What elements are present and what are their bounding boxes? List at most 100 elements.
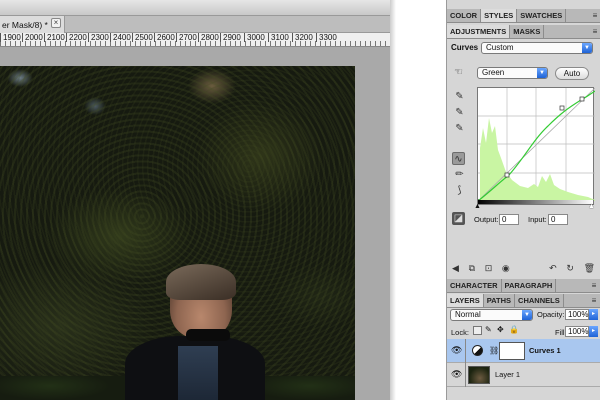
ruler-tick-label: 2900 [220, 33, 241, 42]
target-adjust-icon[interactable]: ☜ [452, 66, 465, 79]
tab-adjustments[interactable]: ADJUSTMENTS [447, 25, 511, 38]
tab-styles[interactable]: STYLES [481, 9, 518, 22]
black-point-slider-icon[interactable]: ▲ [474, 203, 481, 210]
ruler-tick-label: 1900 [0, 33, 21, 42]
person-hair [166, 264, 236, 300]
blend-mode-select[interactable]: Normal ▼ [450, 309, 533, 321]
chevron-down-icon: ▼ [537, 68, 547, 78]
layers-tab-bar: LAYERS PATHS CHANNELS ≡ [447, 294, 600, 308]
tab-swatches[interactable]: SWATCHES [517, 9, 567, 22]
channel-select[interactable]: Green ▼ [477, 67, 548, 79]
adjustment-layer-icon [472, 345, 483, 356]
sunglasses [186, 329, 230, 341]
tab-masks[interactable]: MASKS [510, 25, 545, 38]
lock-pixels-icon[interactable]: ✎ [485, 325, 492, 334]
ruler-tick-label: 2700 [176, 33, 197, 42]
layer-thumbnail[interactable] [468, 366, 490, 384]
link-chain-icon[interactable]: ⛓ [489, 346, 499, 355]
clip-layer-icon[interactable]: ⊡ [485, 262, 493, 275]
curves-graph[interactable] [477, 87, 596, 202]
delete-icon[interactable]: 🗑 [584, 262, 595, 275]
eye-icon[interactable]: 👁 [451, 369, 462, 379]
adjustments-footer: ◀ ⧉ ⊡ ◉ ↶ ↻ 🗑 [447, 262, 600, 275]
eye-icon[interactable]: 👁 [451, 345, 462, 355]
curve-control-point[interactable] [579, 96, 585, 102]
white-point-slider-icon[interactable]: ▲ [588, 203, 595, 210]
ruler-tick-label: 3100 [268, 33, 289, 42]
previous-state-icon[interactable]: ↶ [549, 262, 557, 275]
histogram [480, 118, 595, 201]
ruler-tick-label: 2600 [154, 33, 175, 42]
tab-channels[interactable]: CHANNELS [515, 294, 564, 307]
smooth-icon[interactable]: ⟆ [453, 184, 466, 197]
output-field[interactable]: 0 [499, 214, 519, 225]
panel-menu-icon[interactable]: ≡ [588, 279, 600, 292]
curves-preset-select[interactable]: Custom ▼ [481, 42, 593, 54]
lock-position-icon[interactable]: ✥ [497, 325, 504, 334]
panel-menu-icon[interactable]: ≡ [589, 25, 600, 38]
input-label: Input: [528, 215, 547, 224]
opacity-slider-icon[interactable]: ▸ [589, 309, 598, 320]
eyedropper-white-icon[interactable]: ✎ [453, 122, 466, 135]
opacity-label: Opacity: [537, 310, 565, 319]
document-tab-title: er Mask/8) * [2, 19, 48, 30]
layer-divider [465, 339, 466, 363]
ruler-tick-label: 2800 [198, 33, 219, 42]
tab-layers[interactable]: LAYERS [447, 294, 484, 307]
tab-color[interactable]: COLOR [447, 9, 482, 22]
eyedropper-gray-icon[interactable]: ✎ [453, 106, 466, 119]
input-gradient-bar [477, 200, 594, 205]
ruler-tick-label: 3000 [244, 33, 265, 42]
layer-divider [465, 363, 466, 387]
curves-preset-value: Custom [486, 43, 514, 52]
chevron-down-icon: ▼ [582, 43, 592, 53]
ruler-tick-label: 2000 [22, 33, 43, 42]
ruler-tick-label: 2400 [110, 33, 131, 42]
eyedropper-black-icon[interactable]: ✎ [453, 90, 466, 103]
curve-control-point[interactable] [559, 105, 565, 111]
visibility-eye-icon[interactable]: ◉ [502, 262, 510, 275]
document-photo[interactable] [0, 66, 355, 400]
character-tab-bar: CHARACTER PARAGRAPH ≡ [447, 279, 600, 293]
curve-control-point[interactable] [504, 172, 510, 178]
lock-transparency-icon[interactable] [473, 326, 482, 335]
auto-button[interactable]: Auto [555, 67, 589, 80]
window-shadow [390, 0, 396, 400]
document-tab[interactable]: er Mask/8) * × [0, 16, 65, 33]
person-scarf [178, 346, 218, 400]
opacity-field[interactable]: 100% [565, 309, 589, 320]
clip-warning-icon[interactable]: ◪ [452, 212, 465, 225]
curves-title: Curves [451, 43, 479, 52]
layer-name[interactable]: Layer 1 [495, 370, 520, 379]
ruler-tick-label: 2100 [44, 33, 65, 42]
adjustments-tab-bar: ADJUSTMENTS MASKS ≡ [447, 25, 600, 39]
ruler-tick-label: 3300 [316, 33, 337, 42]
layer-mask-thumbnail[interactable] [499, 342, 525, 360]
ruler-tick-label: 3200 [292, 33, 313, 42]
fill-field[interactable]: 100% [565, 326, 589, 337]
output-label: Output: [474, 215, 499, 224]
document-title-bar [0, 0, 390, 16]
tab-paths[interactable]: PATHS [484, 294, 516, 307]
document-tab-strip [65, 16, 390, 33]
expand-view-icon[interactable]: ⧉ [469, 262, 475, 275]
fill-slider-icon[interactable]: ▸ [589, 326, 598, 337]
panel-menu-icon[interactable]: ≡ [589, 9, 600, 22]
back-arrow-icon[interactable]: ◀ [452, 262, 459, 275]
tab-paragraph[interactable]: PARAGRAPH [502, 279, 557, 292]
tab-character[interactable]: CHARACTER [447, 279, 502, 292]
close-icon[interactable]: × [51, 18, 61, 28]
document-window: er Mask/8) * × 1900 2000 2100 2200 2300 … [0, 0, 390, 400]
color-styles-tab-bar: COLOR STYLES SWATCHES ≡ [447, 9, 600, 23]
input-field[interactable]: 0 [548, 214, 568, 225]
reset-icon[interactable]: ↻ [566, 262, 574, 275]
ruler-tick-label: 2300 [88, 33, 109, 42]
layer-row-curves[interactable]: 👁 ⛓ Curves 1 [447, 339, 600, 363]
chevron-down-icon: ▼ [522, 310, 532, 320]
lock-all-icon[interactable]: 🔒 [509, 325, 519, 334]
layer-row-layer1[interactable]: 👁 Layer 1 [447, 363, 600, 387]
layer-name[interactable]: Curves 1 [529, 346, 561, 355]
panel-menu-icon[interactable]: ≡ [588, 294, 600, 307]
pencil-icon[interactable]: ✏ [453, 168, 466, 181]
curve-point-icon[interactable]: ∿ [452, 152, 465, 165]
